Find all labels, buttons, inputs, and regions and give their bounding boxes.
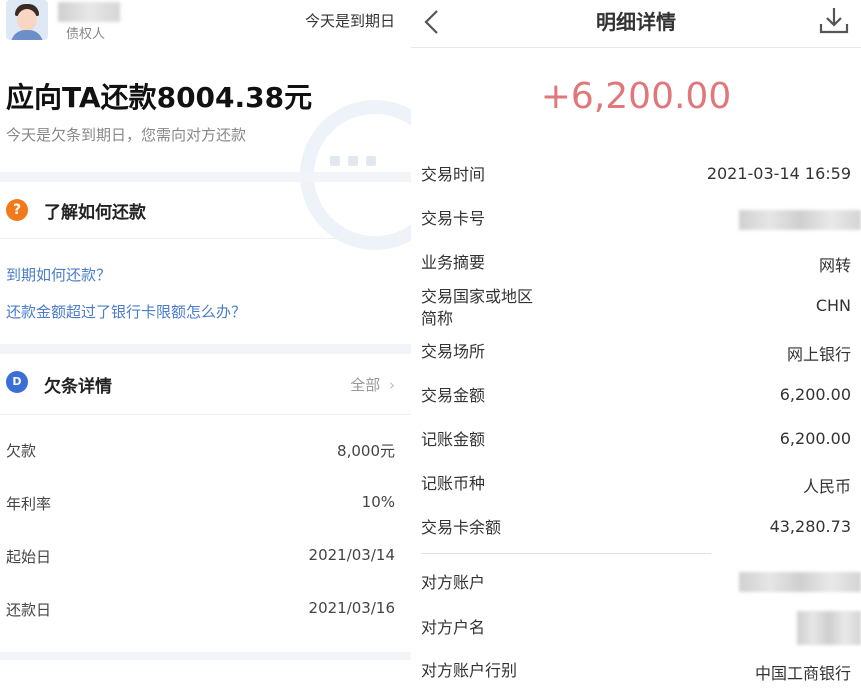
row-label: 对方账户行别 — [421, 661, 518, 680]
iou-row-principal: 欠款 8,000元 — [0, 426, 411, 479]
section-divider — [0, 344, 411, 354]
howto-title: 了解如何还款 — [44, 203, 146, 223]
iou-title: 欠条详情 — [44, 377, 112, 397]
row-value: CHN — [815, 296, 851, 315]
iou-row-interest-rate: 年利率 10% — [0, 479, 411, 532]
iou-row-start-date: 起始日 2021/03/14 — [0, 532, 411, 585]
row-label: 起始日 — [6, 548, 52, 566]
row-value: 人民币 — [802, 477, 851, 496]
row-value: 中国工商银行 — [754, 664, 851, 683]
detail-row-summary: 业务摘要 网转 — [411, 252, 861, 275]
faq-link-how-to-repay[interactable]: 到期如何还款？ — [6, 264, 111, 285]
howto-section-header: ? 了解如何还款 — [0, 182, 411, 242]
row-value: 网上银行 — [786, 345, 851, 364]
section-divider — [421, 553, 711, 554]
due-status: 今天是到期日 — [304, 12, 395, 30]
bottom-divider — [0, 652, 411, 660]
row-label: 对方户名 — [421, 618, 486, 637]
detail-row-posted-amount: 记账金额 6,200.00 — [411, 429, 861, 451]
creditor-label: 债权人 — [66, 27, 106, 42]
decorative-dots-icon — [330, 156, 376, 166]
row-label: 交易场所 — [421, 342, 486, 361]
row-value: 10% — [361, 493, 395, 511]
masked-card-number — [739, 210, 861, 230]
detail-row-balance: 交易卡余额 43,280.73 — [411, 517, 861, 539]
row-label: 记账币种 — [421, 474, 486, 493]
detail-row-amount: 交易金额 6,200.00 — [411, 385, 861, 407]
masked-creditor-name — [58, 2, 120, 22]
detail-row-venue: 交易场所 网上银行 — [411, 341, 861, 364]
iou-row-repay-date: 还款日 2021/03/16 — [0, 585, 411, 638]
repayment-amount-title: 应向TA还款8004.38元 — [6, 81, 313, 114]
detail-row-counterparty-account: 对方账户 — [411, 572, 861, 594]
row-label: 还款日 — [6, 601, 52, 619]
nav-bar: 明细详情 — [411, 0, 861, 48]
transaction-detail-panel: 明细详情 +6,200.00 交易时间 2021-03-14 16:59 交易卡… — [411, 0, 861, 691]
row-label: 交易国家或地区 — [421, 287, 534, 306]
detail-row-currency: 记账币种 人民币 — [411, 473, 861, 496]
download-icon[interactable] — [817, 4, 851, 38]
row-value: 43,280.73 — [769, 517, 851, 536]
repayment-subtitle: 今天是欠条到期日，您需向对方还款 — [6, 126, 247, 144]
row-value: 6,200.00 — [779, 429, 851, 448]
row-value: 2021/03/16 — [308, 599, 395, 617]
iou-section-header[interactable]: D 欠条详情 全部 › — [0, 354, 411, 414]
row-label: 交易金额 — [421, 386, 486, 405]
view-all-label: 全部 — [350, 376, 381, 394]
detail-row-counterparty-name: 对方户名 — [411, 611, 861, 645]
chevron-right-icon: › — [389, 376, 395, 394]
document-icon: D — [6, 371, 28, 393]
row-value: 网转 — [818, 256, 851, 275]
masked-counterparty-name — [797, 611, 861, 645]
detail-row-counterparty-bank: 对方账户行别 中国工商银行 — [411, 660, 861, 683]
detail-row-card-number: 交易卡号 — [411, 208, 861, 230]
row-label: 交易卡余额 — [421, 518, 502, 537]
page-title: 明细详情 — [596, 10, 676, 34]
row-label: 欠款 — [6, 442, 37, 460]
row-label: 交易卡号 — [421, 209, 486, 228]
creditor-header: 债权人 今天是到期日 — [0, 0, 411, 44]
detail-row-country: 交易国家或地区 简称 CHN — [411, 286, 861, 330]
question-icon: ? — [6, 199, 28, 221]
avatar[interactable] — [6, 0, 48, 40]
row-label: 对方账户 — [421, 573, 486, 592]
row-label: 记账金额 — [421, 430, 486, 449]
row-value: 8,000元 — [337, 442, 395, 460]
view-all-link[interactable]: 全部 › — [350, 374, 395, 395]
masked-counterparty-account — [739, 572, 861, 592]
row-value: 2021-03-14 16:59 — [706, 164, 851, 183]
faq-link-card-limit[interactable]: 还款金额超过了银行卡限额怎么办？ — [6, 301, 246, 322]
section-divider — [0, 172, 411, 182]
iou-panel: 债权人 今天是到期日 应向TA还款8004.38元 今天是欠条到期日，您需向对方… — [0, 0, 411, 691]
transaction-amount: +6,200.00 — [540, 76, 732, 117]
detail-row-time: 交易时间 2021-03-14 16:59 — [411, 164, 861, 186]
row-value: 2021/03/14 — [308, 546, 395, 564]
row-label: 业务摘要 — [421, 253, 486, 272]
row-label: 年利率 — [6, 495, 52, 513]
row-label: 交易时间 — [421, 165, 486, 184]
row-label-cont: 简称 — [421, 309, 454, 328]
row-value: 6,200.00 — [779, 385, 851, 404]
